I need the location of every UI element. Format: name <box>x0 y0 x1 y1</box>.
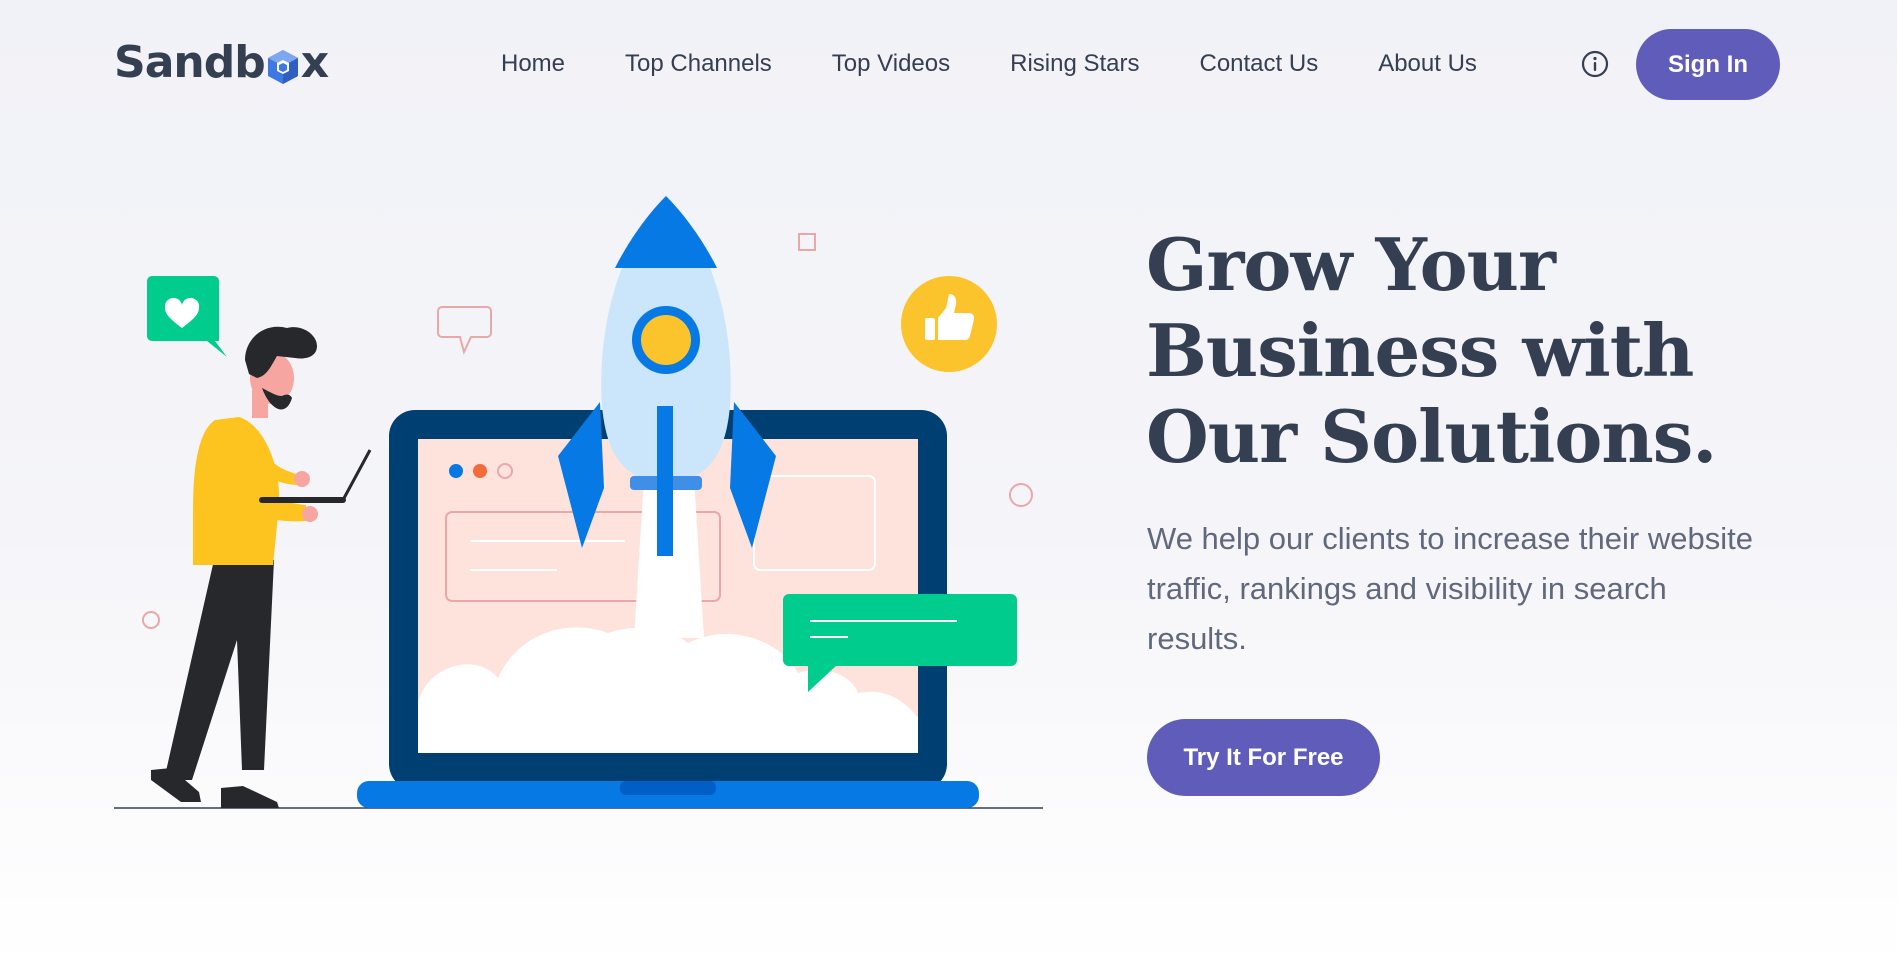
decor-square <box>798 233 816 251</box>
rocket-exhaust <box>634 478 704 638</box>
chat-outline-icon <box>437 306 492 355</box>
chat-bubble-icon <box>783 594 1017 692</box>
hero-subtitle: We help our clients to increase their we… <box>1147 521 1753 656</box>
logo-text-end: x <box>300 36 329 88</box>
laptop <box>357 410 979 808</box>
try-it-free-button[interactable]: Try It For Free <box>1147 719 1380 796</box>
info-icon[interactable] <box>1580 49 1610 79</box>
nav-home[interactable]: Home <box>501 44 565 84</box>
decor-circle-left <box>142 611 160 629</box>
person-with-laptop <box>151 326 372 808</box>
sign-in-button[interactable]: Sign In <box>1636 29 1780 100</box>
thumbs-up-icon <box>901 276 997 372</box>
cube-icon <box>266 46 300 84</box>
nav-top-channels[interactable]: Top Channels <box>625 44 772 84</box>
nav-contact-us[interactable]: Contact Us <box>1199 44 1318 84</box>
nav-rising-stars[interactable]: Rising Stars <box>1010 44 1139 84</box>
nav-about-us[interactable]: About Us <box>1378 44 1477 84</box>
logo-text-start: Sandb <box>114 36 266 88</box>
rocket <box>558 196 776 556</box>
logo[interactable]: Sandb x <box>114 34 329 90</box>
decor-circle-right <box>1009 483 1033 507</box>
hero-title: Grow Your Business with Our Solutions. <box>1146 222 1717 479</box>
site-header: Sandb x Home Top Channels Top Videos Risi… <box>0 0 1897 130</box>
heart-bubble-icon <box>147 276 227 357</box>
nav-top-videos[interactable]: Top Videos <box>832 44 950 84</box>
rocket-launch-illustration <box>114 196 1043 809</box>
main-nav: Home Top Channels Top Videos Rising Star… <box>501 44 1477 84</box>
